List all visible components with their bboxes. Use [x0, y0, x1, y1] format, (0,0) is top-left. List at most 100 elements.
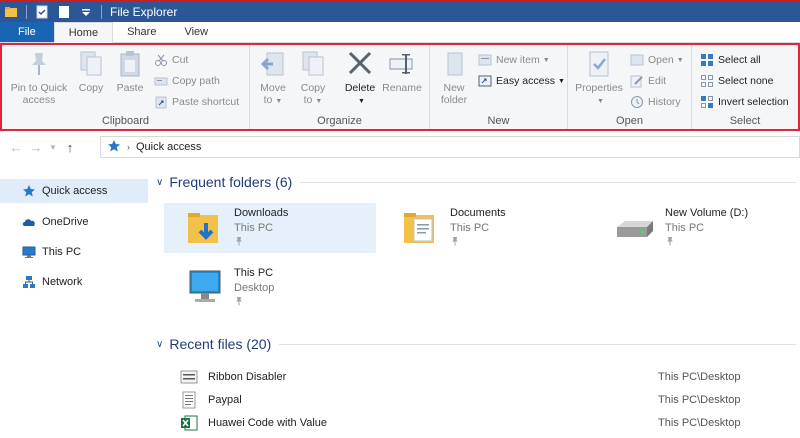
open-button[interactable]: Open ▼	[630, 51, 684, 69]
edit-button[interactable]: Edit	[630, 72, 666, 90]
documents-folder-icon	[400, 209, 440, 247]
properties-icon	[585, 49, 613, 79]
delete-x-icon	[346, 49, 374, 79]
new-item-icon	[478, 53, 492, 67]
copy-to-icon	[299, 49, 327, 79]
copy-icon	[77, 49, 105, 79]
easy-access-button[interactable]: Easy access ▼	[478, 72, 565, 90]
select-none-icon	[700, 74, 714, 88]
breadcrumb-chevron-icon[interactable]: ›	[127, 142, 130, 152]
back-arrow-icon[interactable]: ←	[6, 140, 26, 155]
frequent-folder-tile[interactable]: Downloads This PC	[164, 203, 376, 253]
address-bar[interactable]: › Quick access	[100, 136, 800, 158]
registry-file-icon	[180, 368, 198, 386]
navigation-bar: ← → ▼ ↑ › Quick access	[0, 135, 800, 159]
history-icon	[630, 95, 644, 109]
tab-home[interactable]: Home	[53, 22, 114, 43]
group-label-organize: Organize	[317, 115, 362, 127]
pin-icon	[234, 236, 244, 246]
group-select: Select all Select none Invert selection …	[692, 45, 798, 129]
easy-access-icon	[478, 74, 492, 88]
invert-selection-icon	[700, 95, 714, 109]
select-none-button[interactable]: Select none	[700, 72, 773, 90]
tab-view[interactable]: View	[170, 22, 222, 42]
cloud-icon	[22, 215, 36, 229]
properties-button[interactable]: Properties ▼	[572, 49, 626, 108]
group-label-clipboard: Clipboard	[101, 115, 150, 127]
move-to-icon	[259, 49, 287, 79]
breadcrumb-current[interactable]: Quick access	[136, 141, 201, 153]
select-all-icon	[700, 53, 714, 67]
window-title: File Explorer	[110, 5, 178, 19]
folder-app-icon	[4, 5, 18, 19]
new-folder-icon	[440, 49, 468, 79]
nav-item-quick-access[interactable]: Quick access	[0, 179, 148, 203]
group-label-open: Open	[616, 115, 643, 127]
group-label-select: Select	[729, 115, 761, 127]
customize-quick-access-icon[interactable]	[79, 5, 93, 19]
recent-files-header[interactable]: ∨ Recent files (20)	[156, 334, 796, 354]
history-button[interactable]: History	[630, 93, 681, 111]
toolbar-separator	[26, 5, 27, 19]
text-file-icon	[180, 391, 198, 409]
nav-item-this-pc[interactable]: This PC	[0, 240, 148, 264]
copy-button[interactable]: Copy	[74, 49, 108, 94]
copy-path-button[interactable]: Copy path	[154, 72, 220, 90]
move-to-button[interactable]: Move to ▼	[256, 49, 290, 108]
pin-icon	[234, 296, 244, 306]
collapse-chevron-icon[interactable]: ∨	[156, 339, 163, 350]
new-folder-button[interactable]: New folder	[436, 49, 472, 106]
group-new: New folder New item ▼ Easy access ▼ New	[430, 45, 568, 129]
scissors-icon	[154, 53, 168, 67]
quick-access-star-icon	[107, 139, 121, 156]
group-clipboard: Pin to Quick access Copy Paste Cut Copy …	[2, 45, 250, 129]
title-bar: File Explorer	[0, 0, 800, 22]
rename-icon	[388, 49, 416, 79]
this-pc-monitor-icon	[184, 269, 224, 307]
pin-icon	[450, 236, 460, 246]
select-all-button[interactable]: Select all	[700, 51, 761, 69]
star-pin-icon	[22, 184, 36, 198]
tab-share[interactable]: Share	[113, 22, 170, 42]
copy-to-button[interactable]: Copy to ▼	[296, 49, 330, 108]
up-arrow-icon[interactable]: ↑	[60, 140, 80, 155]
recent-file-row[interactable]: Paypal This PC\Desktop	[180, 389, 790, 411]
frequent-folder-tile[interactable]: This PC Desktop	[164, 263, 376, 313]
copy-path-icon	[154, 74, 168, 88]
hard-drive-icon	[615, 209, 655, 247]
ribbon-home: Pin to Quick access Copy Paste Cut Copy …	[0, 43, 800, 131]
nav-item-onedrive[interactable]: OneDrive	[0, 210, 148, 234]
new-folder-quick-icon[interactable]	[57, 5, 71, 19]
forward-arrow-icon[interactable]: →	[26, 140, 46, 155]
group-organize: Move to ▼ Copy to ▼ Delete ▼ Rename Organiz…	[250, 45, 430, 129]
clipboard-icon	[116, 49, 144, 79]
properties-quick-icon[interactable]	[35, 5, 49, 19]
delete-button[interactable]: Delete ▼	[340, 49, 380, 108]
group-label-new: New	[487, 115, 510, 127]
section-divider	[279, 343, 796, 345]
nav-item-network[interactable]: Network	[0, 270, 148, 294]
content-pane: ∨ Frequent folders (6) Downloads This PC…	[150, 160, 800, 438]
paste-button[interactable]: Paste	[112, 49, 148, 94]
pin-icon	[665, 236, 675, 246]
recent-file-row[interactable]: Huawei Code with Value This PC\Desktop	[180, 412, 790, 434]
recent-file-row[interactable]: Ribbon Disabler This PC\Desktop	[180, 366, 790, 388]
collapse-chevron-icon[interactable]: ∨	[156, 177, 163, 188]
paste-shortcut-button[interactable]: Paste shortcut	[154, 93, 239, 111]
edit-pencil-icon	[630, 74, 644, 88]
toolbar-separator	[101, 5, 102, 19]
frequent-folder-tile[interactable]: Documents This PC	[380, 203, 592, 253]
rename-button[interactable]: Rename	[382, 49, 422, 94]
monitor-icon	[22, 245, 36, 259]
recent-locations-chevron-icon[interactable]: ▼	[46, 143, 60, 152]
downloads-folder-icon	[184, 209, 224, 247]
new-item-button[interactable]: New item ▼	[478, 51, 550, 69]
pin-to-quick-access-button[interactable]: Pin to Quick access	[4, 49, 74, 106]
cut-button[interactable]: Cut	[154, 51, 188, 69]
ribbon-tabs: File Home Share View	[0, 22, 800, 43]
tab-file[interactable]: File	[0, 22, 54, 42]
frequent-folders-header[interactable]: ∨ Frequent folders (6)	[156, 172, 796, 192]
frequent-folder-tile[interactable]: New Volume (D:) This PC	[595, 203, 795, 253]
invert-selection-button[interactable]: Invert selection	[700, 93, 789, 111]
group-open: Properties ▼ Open ▼ Edit History Open	[568, 45, 692, 129]
